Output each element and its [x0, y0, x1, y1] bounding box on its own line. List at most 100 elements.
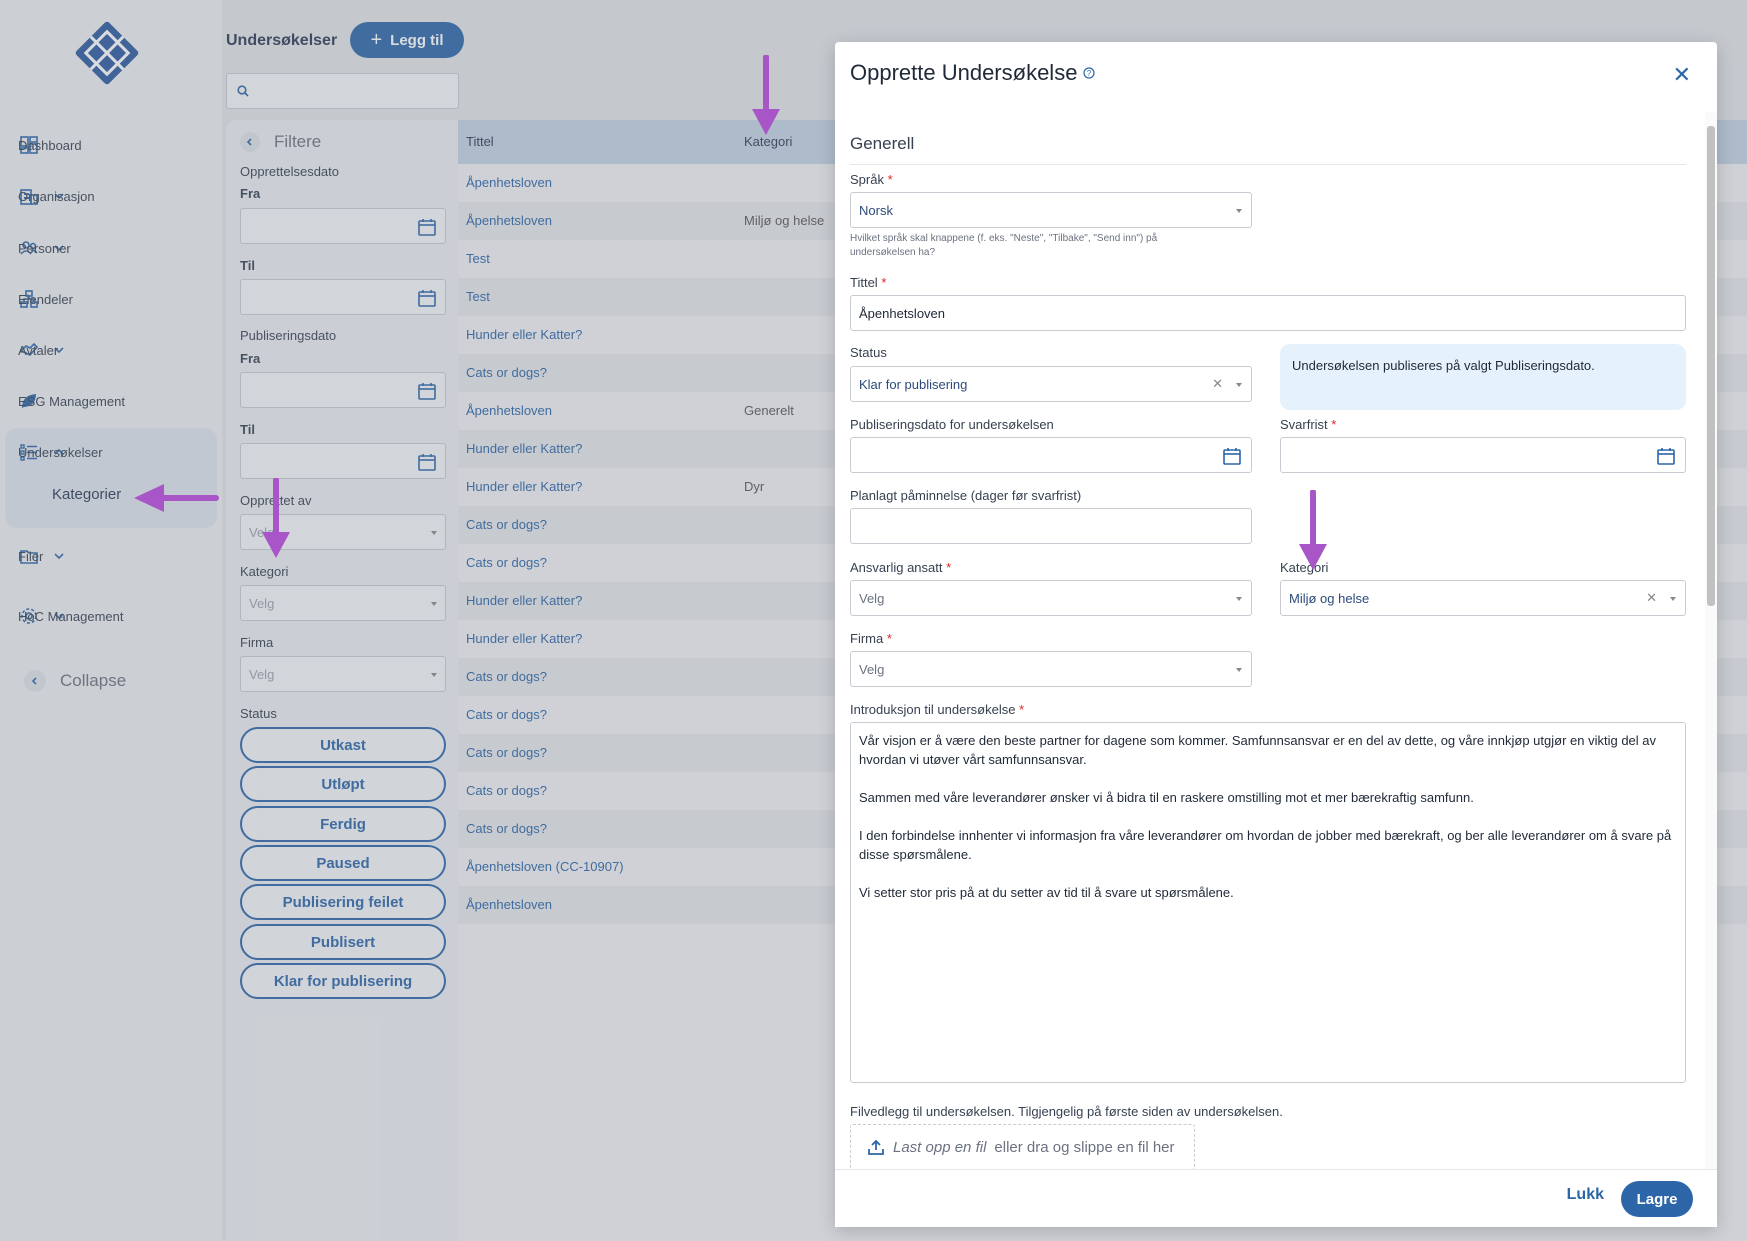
reminder-input[interactable]: [850, 508, 1252, 544]
created-to-input[interactable]: [240, 279, 446, 315]
calendar-icon[interactable]: [417, 452, 437, 472]
scrollbar-thumb[interactable]: [1707, 126, 1715, 606]
row-title-link[interactable]: Hunder eller Katter?: [466, 327, 582, 342]
close-icon[interactable]: ✕: [1673, 62, 1691, 88]
publish-date-input[interactable]: [850, 437, 1252, 473]
row-title-link[interactable]: Åpenhetsloven: [466, 897, 552, 912]
calendar-icon[interactable]: [417, 217, 437, 237]
caret-down-icon: [1670, 597, 1676, 601]
status-button-klar[interactable]: Klar for publisering: [240, 963, 446, 999]
language-hint: Hvilket språk skal knappene (f. eks. "Ne…: [850, 233, 1158, 258]
responsible-select[interactable]: Velg: [850, 580, 1252, 616]
created-date-label: Opprettelsesdato: [240, 164, 340, 179]
row-title-link[interactable]: Cats or dogs?: [466, 745, 547, 760]
upload-icon: [868, 1139, 884, 1155]
status-button-publisering-feilet[interactable]: Publisering feilet: [240, 884, 446, 920]
filter-title[interactable]: Filtere: [240, 132, 321, 152]
created-from-input[interactable]: [240, 208, 446, 244]
row-title-link[interactable]: Åpenhetsloven (CC-10907): [466, 859, 624, 874]
language-label: Språk *: [850, 172, 893, 187]
status-button-publisert[interactable]: Publisert: [240, 924, 446, 960]
sidebar-item-label: HoC Management: [18, 608, 124, 624]
column-header-title[interactable]: Tittel: [466, 134, 494, 149]
intro-textarea[interactable]: Vår visjon er å være den beste partner f…: [850, 722, 1686, 1083]
row-title-link[interactable]: Cats or dogs?: [466, 669, 547, 684]
calendar-icon[interactable]: [417, 381, 437, 401]
row-title-link[interactable]: Hunder eller Katter?: [466, 479, 582, 494]
sidebar-item-personer[interactable]: Personer: [18, 233, 208, 263]
sidebar-item-avtaler[interactable]: Avtaler: [18, 335, 208, 365]
save-button[interactable]: Lagre: [1621, 1181, 1693, 1217]
row-category: Miljø og helse: [744, 213, 825, 228]
caret-down-icon: [431, 531, 437, 535]
required-mark: *: [881, 275, 887, 290]
published-from-input[interactable]: [240, 372, 446, 408]
logo-icon[interactable]: [72, 18, 142, 88]
file-upload-dropzone[interactable]: Last opp en fil eller dra og slippe en f…: [850, 1124, 1195, 1170]
calendar-icon[interactable]: [1656, 446, 1676, 466]
language-select[interactable]: Norsk: [850, 192, 1252, 228]
row-title-link[interactable]: Åpenhetsloven: [466, 403, 552, 418]
row-title-link[interactable]: Åpenhetsloven: [466, 175, 552, 190]
required-mark: *: [886, 631, 892, 646]
deadline-input[interactable]: [1280, 437, 1686, 473]
row-title-link[interactable]: Test: [466, 251, 490, 266]
company-filter-label: Firma: [240, 635, 274, 650]
row-title-link[interactable]: Hunder eller Katter?: [466, 631, 582, 646]
company-select[interactable]: Velg: [850, 651, 1252, 687]
sidebar-item-esg[interactable]: ESG Management: [18, 386, 208, 416]
status-button-ferdig[interactable]: Ferdig: [240, 806, 446, 842]
add-button[interactable]: + Legg til: [350, 22, 464, 58]
row-title-link[interactable]: Cats or dogs?: [466, 783, 547, 798]
sidebar-item-label: Filer: [18, 548, 44, 564]
chevron-down-icon[interactable]: [52, 549, 66, 563]
company-filter-select[interactable]: Velg: [240, 656, 446, 692]
row-title-link[interactable]: Cats or dogs?: [466, 821, 547, 836]
row-title-link[interactable]: Cats or dogs?: [466, 555, 547, 570]
search-input[interactable]: [226, 73, 459, 109]
company-label: Firma *: [850, 631, 892, 646]
sidebar-item-organisasjon[interactable]: Organisasjon: [18, 181, 208, 211]
plus-icon: +: [370, 28, 383, 51]
upload-text: eller dra og slippe en fil her: [994, 1138, 1175, 1156]
add-button-label: Legg til: [390, 31, 444, 49]
row-title-link[interactable]: Cats or dogs?: [466, 707, 547, 722]
row-category: Generelt: [744, 403, 794, 418]
row-title-link[interactable]: Cats or dogs?: [466, 365, 547, 380]
sidebar-item-hoc[interactable]: HoC Management: [18, 596, 208, 636]
status-button-paused[interactable]: Paused: [240, 845, 446, 881]
category-filter-select[interactable]: Velg: [240, 585, 446, 621]
sidebar-item-dashboard[interactable]: Dashboard: [18, 130, 208, 160]
sidebar-item-label: Organisasjon: [18, 188, 95, 204]
dialog-body: Generell Språk * Norsk Hvilket språk ska…: [835, 112, 1717, 1172]
intro-paragraph: Vår visjon er å være den beste partner f…: [859, 733, 1657, 767]
status-button-utkast[interactable]: Utkast: [240, 727, 446, 763]
row-title-link[interactable]: Test: [466, 289, 490, 304]
clear-icon[interactable]: ✕: [1646, 590, 1657, 606]
collapse-button[interactable]: Collapse: [24, 670, 126, 692]
status-button-utlopt[interactable]: Utløpt: [240, 766, 446, 802]
sidebar-item-eiendeler[interactable]: Eiendeler: [18, 284, 208, 314]
sidebar-item-label: Dashboard: [18, 137, 82, 153]
help-icon[interactable]: ?: [1083, 67, 1096, 79]
row-category: Dyr: [744, 479, 765, 494]
row-title-link[interactable]: Hunder eller Katter?: [466, 441, 582, 456]
calendar-icon[interactable]: [417, 288, 437, 308]
calendar-icon[interactable]: [1222, 446, 1242, 466]
row-title-link[interactable]: Åpenhetsloven: [466, 213, 552, 228]
close-button[interactable]: Lukk: [1567, 1186, 1604, 1204]
status-select[interactable]: Klar for publisering ✕: [850, 366, 1252, 402]
sidebar-item-filer[interactable]: Filer: [18, 541, 208, 571]
dialog-scrollbar[interactable]: [1705, 112, 1717, 1172]
published-to-input[interactable]: [240, 443, 446, 479]
category-select[interactable]: Miljø og helse ✕: [1280, 580, 1686, 616]
clear-icon[interactable]: ✕: [1212, 376, 1223, 392]
row-title-link[interactable]: Hunder eller Katter?: [466, 593, 582, 608]
sidebar-subitem-kategorier[interactable]: Kategorier: [52, 486, 121, 503]
deadline-label: Svarfrist *: [1280, 417, 1336, 432]
company-filter-value: Velg: [249, 667, 275, 682]
row-title-link[interactable]: Cats or dogs?: [466, 517, 547, 532]
upload-link[interactable]: Last opp en fil: [893, 1139, 986, 1156]
title-input[interactable]: Åpenhetsloven: [850, 295, 1686, 331]
sidebar-item-undersokelser[interactable]: Undersøkelser: [18, 437, 208, 467]
